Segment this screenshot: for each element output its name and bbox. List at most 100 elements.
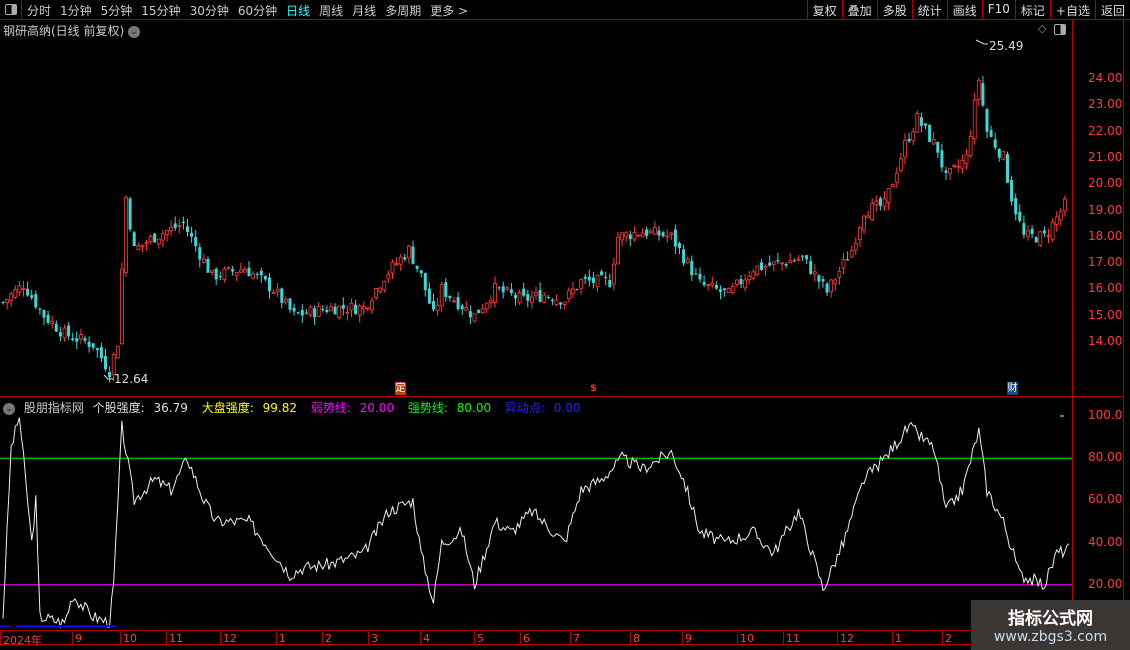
candle-body (50, 321, 55, 324)
candle-body (411, 246, 415, 264)
side-strip[interactable] (1123, 20, 1130, 650)
candle-body (83, 338, 87, 341)
toolbar-button[interactable]: 返回 (1094, 0, 1130, 19)
price-tick: 24.00 (1088, 71, 1123, 85)
indicator-tick: 80.00 (1088, 450, 1123, 465)
candle-body (694, 273, 698, 275)
candle-body (730, 286, 735, 293)
candle-body (763, 266, 768, 269)
chart-canvas[interactable]: 25.49 12.64 (0, 0, 1072, 645)
candle-body (218, 276, 222, 278)
candle-body (747, 275, 752, 281)
date-tick: 11 (783, 632, 800, 645)
alert-label: 异动点: (504, 401, 545, 415)
date-tick: 2 (942, 632, 952, 645)
candle-body (406, 245, 411, 259)
candle-body (231, 269, 235, 272)
candle-body (365, 307, 370, 310)
candle-body (948, 168, 952, 174)
candle-body (341, 304, 345, 309)
candle-body (1030, 228, 1034, 235)
candle-body (653, 227, 657, 235)
candle-body (566, 290, 571, 300)
candle-body (710, 282, 715, 286)
candle-body (993, 139, 997, 148)
candle-body (435, 304, 440, 311)
candle-body (809, 261, 813, 275)
candle-body (316, 305, 321, 317)
candle-body (378, 287, 383, 292)
candle-body (600, 271, 604, 276)
candle-body (698, 273, 702, 280)
candle-body (587, 276, 591, 281)
candle-body (271, 291, 276, 294)
candle-body (58, 332, 62, 337)
high-pointer (975, 39, 988, 45)
candle-body (300, 310, 304, 316)
candle-body (177, 225, 182, 227)
candle-body (690, 260, 694, 276)
candle-body (1054, 216, 1059, 225)
candle-body (894, 172, 899, 183)
candle-body (678, 243, 681, 248)
candle-body (665, 235, 670, 238)
candle-body (210, 269, 215, 273)
candle-body (259, 270, 263, 276)
candle-body (583, 276, 587, 279)
candle-body (632, 232, 637, 240)
indicator-tick: 100.0 (1088, 408, 1123, 422)
candle-body (349, 302, 354, 311)
candle-body (181, 221, 185, 224)
candle-body (841, 258, 846, 269)
candle-body (99, 347, 103, 359)
chevron-down-icon[interactable]: ⌄ (3, 402, 15, 415)
market-strength-value: 99.82 (262, 401, 297, 415)
candle-body (706, 284, 711, 286)
candle-body (226, 266, 231, 269)
price-tick: 20.00 (1088, 176, 1123, 191)
candle-body (616, 236, 620, 265)
candle-body (238, 269, 243, 273)
candle-body (968, 135, 973, 157)
cai-marker[interactable]: 财 (1007, 382, 1018, 395)
weak-line-value: 20.00 (359, 401, 395, 415)
candle-body (846, 259, 850, 261)
price-tick: 18.00 (1088, 228, 1123, 243)
high-label: 25.49 (989, 39, 1023, 53)
candle-body (108, 372, 112, 378)
candle-body (357, 305, 362, 316)
candle-body (325, 309, 329, 313)
weak-line-label: 弱势线: (310, 401, 351, 415)
candle-body (661, 232, 665, 237)
candle-body (575, 289, 579, 291)
money-marker[interactable]: $ (588, 382, 599, 395)
candle-body (423, 272, 427, 291)
candle-body (321, 309, 325, 311)
candle-body (275, 288, 280, 292)
candle-body (448, 295, 452, 299)
candle-body (571, 288, 575, 295)
date-tick: 6 (520, 632, 530, 645)
price-tick: 21.00 (1088, 149, 1123, 164)
date-tick: 10 (737, 632, 754, 645)
candle-body (9, 293, 14, 301)
candle-body (432, 301, 435, 310)
candle-body (382, 280, 387, 290)
candle-body (21, 287, 26, 290)
candle-body (153, 233, 157, 243)
candle-body (1014, 198, 1018, 215)
ding-marker[interactable]: 定 (395, 382, 406, 395)
candle-body (989, 130, 993, 137)
candle-body (472, 313, 477, 322)
candle-body (497, 287, 501, 289)
candle-body (726, 288, 731, 294)
market-strength-label: 大盘强度: (201, 401, 254, 415)
candle-body (976, 79, 981, 101)
candle-body (444, 282, 448, 298)
pane-divider[interactable] (0, 396, 1123, 397)
candle-body (640, 232, 645, 238)
candle-body (620, 232, 624, 241)
date-tick: 8 (630, 632, 640, 645)
candle-body (1046, 234, 1051, 237)
candle-body (468, 311, 472, 318)
